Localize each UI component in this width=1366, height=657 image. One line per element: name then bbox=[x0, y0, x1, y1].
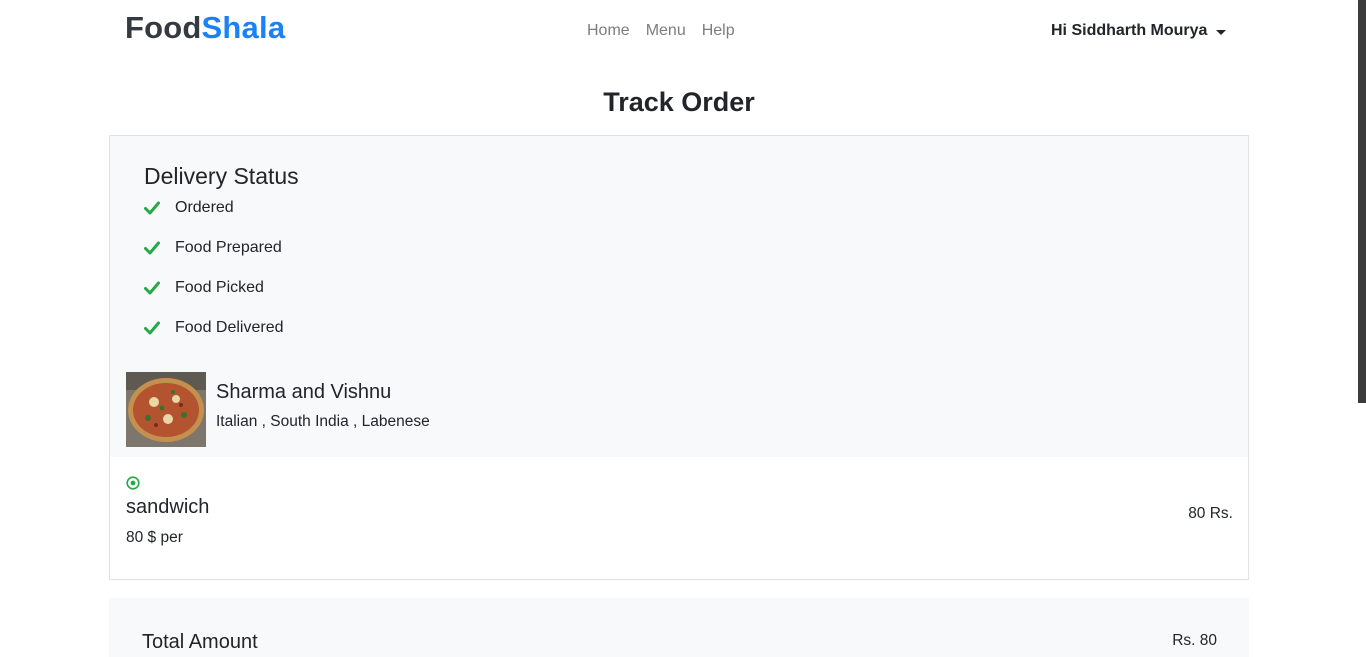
page-scrollbar[interactable] bbox=[1358, 0, 1366, 403]
order-item-name: sandwich bbox=[126, 496, 210, 518]
restaurant-info: Sharma and Vishnu Italian , South India … bbox=[126, 372, 430, 447]
nav-link-help[interactable]: Help bbox=[702, 22, 735, 40]
brand-logo[interactable]: FoodShala bbox=[125, 10, 285, 46]
restaurant-name[interactable]: Sharma and Vishnu bbox=[216, 381, 430, 404]
check-icon bbox=[144, 241, 160, 255]
order-item-unit-price: 80 $ per bbox=[126, 529, 183, 546]
status-step-delivered: Food Delivered bbox=[144, 319, 284, 337]
check-icon bbox=[144, 201, 160, 215]
restaurant-cuisines: Italian , South India , Labenese bbox=[216, 413, 430, 430]
total-panel: Total Amount Rs. 80 bbox=[109, 598, 1249, 657]
status-step-picked: Food Picked bbox=[144, 279, 264, 297]
status-step-label: Food Delivered bbox=[175, 319, 284, 336]
total-amount-value: Rs. 80 bbox=[1172, 632, 1217, 649]
user-greeting: Hi Siddharth Mourya bbox=[1051, 22, 1208, 39]
brand-part-food: Food bbox=[125, 10, 202, 45]
status-step-prepared: Food Prepared bbox=[144, 239, 282, 257]
page-title: Track Order bbox=[603, 87, 755, 117]
nav-links: Home Menu Help bbox=[587, 22, 735, 40]
navbar: FoodShala Home Menu Help Hi Siddharth Mo… bbox=[0, 0, 1366, 62]
check-icon bbox=[144, 281, 160, 295]
user-menu-dropdown[interactable]: Hi Siddharth Mourya bbox=[1051, 22, 1227, 40]
status-step-ordered: Ordered bbox=[144, 199, 234, 217]
status-step-label: Food Picked bbox=[175, 279, 264, 296]
total-amount-label: Total Amount bbox=[142, 631, 258, 653]
nav-link-home[interactable]: Home bbox=[587, 22, 630, 40]
restaurant-details: Sharma and Vishnu Italian , South India … bbox=[216, 372, 430, 447]
delivery-status-heading: Delivery Status bbox=[144, 163, 299, 189]
order-item-price: 80 Rs. bbox=[1188, 505, 1233, 522]
order-item: sandwich 80 $ per 80 Rs. bbox=[126, 476, 1233, 547]
delivery-status-panel: Delivery Status Ordered Food Prepared Fo… bbox=[110, 136, 1248, 457]
veg-indicator-icon bbox=[126, 476, 140, 490]
check-icon bbox=[144, 321, 160, 335]
restaurant-pizza-image bbox=[126, 372, 206, 447]
order-card: Delivery Status Ordered Food Prepared Fo… bbox=[109, 135, 1249, 580]
nav-link-menu[interactable]: Menu bbox=[646, 22, 686, 40]
status-step-label: Ordered bbox=[175, 199, 234, 216]
brand-part-shala: Shala bbox=[201, 10, 286, 45]
status-step-label: Food Prepared bbox=[175, 239, 282, 256]
caret-down-icon bbox=[1216, 29, 1227, 35]
